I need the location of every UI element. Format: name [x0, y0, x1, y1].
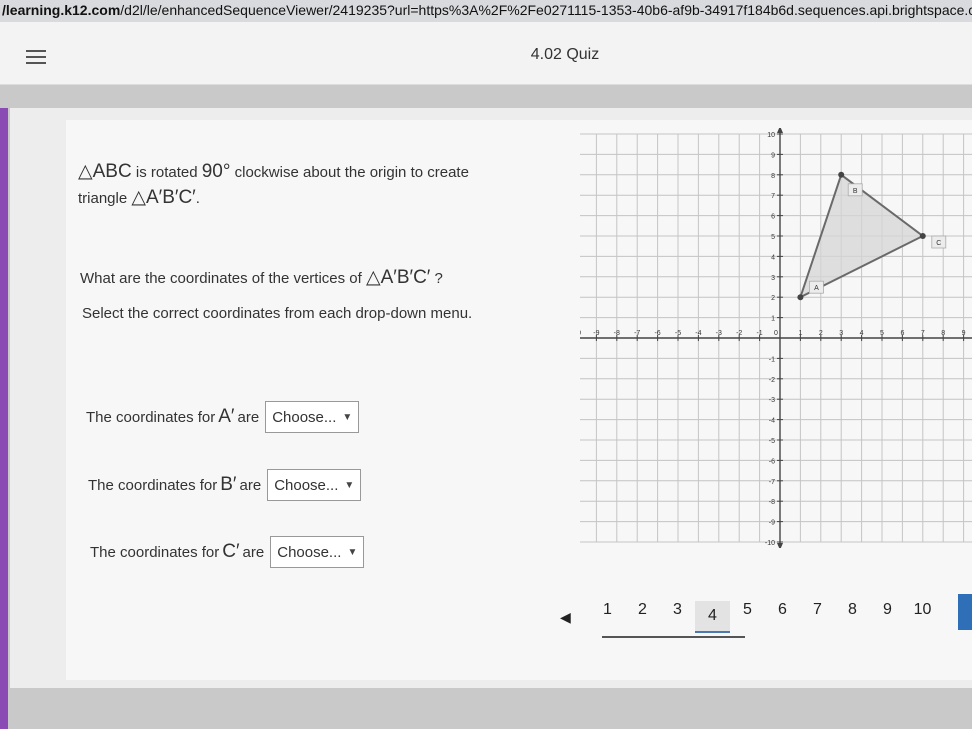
x-tick-label: -3 — [716, 330, 722, 337]
x-tick-label: 4 — [860, 330, 864, 337]
x-tick-label: -9 — [593, 330, 599, 337]
url-host: /learning.k12.com — [2, 2, 121, 18]
vertex-a-label: A — [814, 285, 819, 292]
y-tick-label: -3 — [769, 397, 775, 404]
page-4-button[interactable]: 4 — [695, 601, 730, 633]
y-tick-label: 7 — [771, 193, 775, 200]
x-tick-label: 1 — [798, 330, 802, 337]
x-tick-label: 7 — [921, 330, 925, 337]
y-tick-label: 8 — [771, 173, 775, 180]
y-tick-label: -1 — [769, 356, 775, 363]
question-instruction: Select the correct coordinates from each… — [82, 305, 473, 322]
quiz-header: 4.02 Quiz — [0, 22, 972, 85]
x-tick-label: -1 — [756, 330, 762, 337]
y-tick-label: 2 — [771, 295, 775, 302]
vertex-c-point — [919, 233, 926, 239]
answer-row-a: The coordinates for A′ are Choose... ▼ — [86, 401, 360, 433]
x-tick-label: -6 — [654, 330, 660, 337]
question-prompt: What are the coordinates of the vertices… — [80, 267, 443, 288]
pagination-underline — [602, 636, 745, 638]
page-3-button[interactable]: 3 — [660, 601, 695, 633]
coordinate-graph: -10-9-8-7-6-5-4-3-2-10123456789109876543… — [580, 128, 972, 548]
y-tick-label: -4 — [769, 418, 775, 425]
rotation-angle: 90° — [201, 161, 231, 182]
x-tick-label: 5 — [880, 330, 884, 337]
chevron-down-icon: ▼ — [342, 411, 353, 423]
page-5-button[interactable]: 5 — [730, 601, 765, 633]
x-tick-label: -7 — [634, 330, 640, 337]
page-list: 1 2 3 4 5 6 7 8 9 10 — [590, 601, 940, 633]
chevron-down-icon: ▼ — [347, 546, 358, 558]
y-axis-arrow-down — [777, 543, 783, 548]
b-prime-dropdown[interactable]: Choose... ▼ — [267, 469, 362, 501]
vertex-b-label: B — [853, 188, 858, 195]
x-tick-label: -10 — [580, 330, 581, 337]
x-tick-label: 8 — [941, 330, 945, 337]
vertex-c-label: C — [936, 240, 941, 247]
x-tick-label: 6 — [900, 330, 904, 337]
y-tick-label: -7 — [769, 479, 775, 486]
chevron-down-icon: ▼ — [344, 479, 355, 491]
address-bar[interactable]: /learning.k12.com/d2l/le/enhancedSequenc… — [0, 0, 972, 23]
y-tick-label: 4 — [771, 254, 775, 261]
y-tick-label: -10 — [765, 540, 775, 547]
y-tick-label: 10 — [767, 132, 775, 139]
answer-row-b: The coordinates for B′ are Choose... ▼ — [88, 469, 362, 501]
x-tick-label: 3 — [839, 330, 843, 337]
triangle-abc: △ABC — [78, 161, 132, 182]
y-tick-label: 1 — [771, 316, 775, 323]
c-prime-dropdown[interactable]: Choose... ▼ — [270, 536, 365, 568]
page-6-button[interactable]: 6 — [765, 601, 800, 633]
x-tick-label: -2 — [736, 330, 742, 337]
y-tick-label: 5 — [771, 234, 775, 241]
answer-row-c: The coordinates for C′ are Choose... ▼ — [90, 536, 365, 568]
y-tick-label: -6 — [769, 458, 775, 465]
y-tick-label: -5 — [769, 438, 775, 445]
question-pagination: ◀ 1 2 3 4 5 6 7 8 9 10 — [560, 598, 940, 636]
y-tick-label: 6 — [771, 214, 775, 221]
x-tick-label: -8 — [614, 330, 620, 337]
page-7-button[interactable]: 7 — [800, 601, 835, 633]
triangle-prime: △A′B′C′ — [131, 187, 196, 208]
y-axis-arrow-up — [777, 128, 783, 133]
vertex-a-point — [797, 294, 804, 301]
page-title: 4.02 Quiz — [530, 46, 600, 63]
x-tick-label: 2 — [819, 330, 823, 337]
page-2-button[interactable]: 2 — [625, 601, 660, 633]
x-tick-label: 9 — [962, 330, 966, 337]
url-path: /d2l/le/enhancedSequenceViewer/2419235?u… — [120, 2, 972, 18]
page-1-button[interactable]: 1 — [590, 601, 625, 633]
x-tick-label: -4 — [695, 330, 701, 337]
y-tick-label: -8 — [769, 499, 775, 506]
x-tick-label: -5 — [675, 330, 681, 337]
a-prime-dropdown[interactable]: Choose... ▼ — [265, 401, 360, 433]
page-8-button[interactable]: 8 — [835, 601, 870, 633]
page-9-button[interactable]: 9 — [870, 601, 905, 633]
previous-question-button[interactable]: ◀ — [560, 609, 590, 626]
vertex-b-point — [838, 171, 845, 178]
question-line-2: triangle △A′B′C′. — [78, 187, 200, 208]
y-tick-label: -9 — [769, 520, 775, 527]
left-accent-bar — [0, 108, 8, 729]
y-tick-label: -2 — [769, 377, 775, 384]
y-tick-label: 3 — [771, 275, 775, 282]
page-10-button[interactable]: 10 — [905, 601, 940, 633]
y-tick-label: 9 — [771, 152, 775, 159]
next-question-button[interactable] — [958, 594, 972, 630]
question-line-1: △ABC is rotated 90° clockwise about the … — [78, 161, 469, 182]
x-tick-label: 0 — [774, 330, 778, 337]
